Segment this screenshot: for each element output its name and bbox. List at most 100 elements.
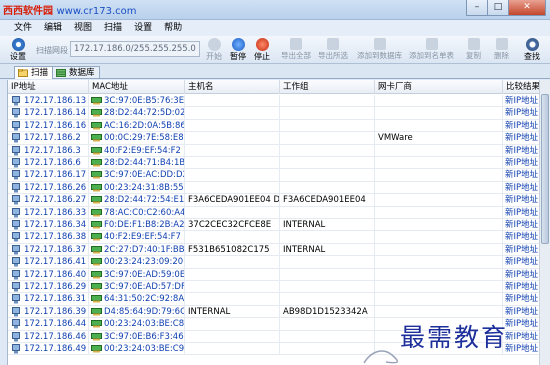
- table-header: IP地址 MAC地址 主机名 工作组 网卡厂商 比较结果: [8, 80, 547, 94]
- cell-ip-text: 172.17.186.2: [24, 133, 81, 144]
- cell-mac-text: 00:23:24:23:09:20: [104, 257, 184, 268]
- cell-ip-text: 172.17.186.14: [24, 108, 87, 119]
- computer-icon: [12, 331, 20, 342]
- add-to-list-button[interactable]: 添加到名单表: [409, 38, 454, 61]
- table-row[interactable]: 172.17.186.37 2C:27:D7:40:1F:BB F531B65108…: [8, 243, 547, 257]
- copy-button[interactable]: 复制: [466, 38, 481, 61]
- network-card-icon: [91, 134, 102, 142]
- cell-ip-text: 172.17.186.37: [24, 244, 87, 255]
- table-row[interactable]: 172.17.186.6 28:D2:44:71:B4:1B 新IP地址: [8, 157, 547, 170]
- cell-mac-text: 40:F2:E9:EF:54:F2: [104, 145, 181, 156]
- cell-hostname: F531B651082C175: [185, 243, 280, 256]
- scan-range-input[interactable]: 172.17.186.0/255.255.255.0: [70, 41, 200, 57]
- table-row[interactable]: 172.17.186.27 28:D2:44:72:54:E1 F3A6CEDA90…: [8, 194, 547, 207]
- menu-settings[interactable]: 设置: [128, 20, 158, 36]
- cell-mac: 3C:97:0E:AD:59:0E: [89, 268, 185, 281]
- cell-workgroup-text: INTERNAL: [283, 220, 326, 230]
- table-row[interactable]: 172.17.186.17 3C:97:0E:AC:DD:D2 新IP地址: [8, 169, 547, 182]
- table-row[interactable]: 172.17.186.14 28:D2:44:72:5D:02 新IP地址: [8, 107, 547, 120]
- cell-workgroup: [280, 107, 375, 120]
- cell-hostname: [185, 318, 280, 331]
- computer-icon: [12, 182, 20, 193]
- cell-workgroup: [280, 256, 375, 269]
- cell-ip: 172.17.186.14: [8, 107, 89, 120]
- col-header-ip[interactable]: IP地址: [8, 80, 89, 94]
- network-card-icon: [91, 345, 102, 353]
- cell-compare-text: 新IP地址: [505, 120, 539, 131]
- add-to-db-button[interactable]: 添加到数据库: [357, 38, 402, 61]
- cell-compare-text: 新IP地址: [505, 344, 539, 354]
- stop-button[interactable]: 停止: [248, 38, 276, 62]
- menu-edit[interactable]: 编辑: [38, 20, 68, 36]
- table-row[interactable]: 172.17.186.29 3C:97:0E:AD:57:DF 新IP地址: [8, 281, 547, 294]
- table-row[interactable]: 172.17.186.40 3C:97:0E:AD:59:0E 新IP地址: [8, 268, 547, 281]
- cell-workgroup: [280, 293, 375, 306]
- cell-vendor: [375, 119, 503, 132]
- network-card-icon: [91, 270, 102, 279]
- menu-file[interactable]: 文件: [8, 20, 38, 36]
- table-row[interactable]: 172.17.186.26 00:23:24:31:8B:55 新IP地址: [8, 181, 547, 195]
- cell-ip: 172.17.186.29: [8, 281, 89, 293]
- cell-ip: 172.17.186.49: [8, 343, 89, 355]
- cell-workgroup: [280, 268, 375, 281]
- table-row[interactable]: 172.17.186.3 40:F2:E9:EF:54:F2 新IP地址: [8, 144, 547, 157]
- table-row[interactable]: 172.17.186.41 00:23:24:23:09:20 新IP地址: [8, 256, 547, 269]
- cell-hostname-text: 37C2CEC32CFCE8E: [188, 220, 272, 230]
- scrollbar-thumb[interactable]: [541, 94, 549, 244]
- table-row[interactable]: 172.17.186.34 F0:DE:F1:B8:2B:A2 37C2CEC32C…: [8, 219, 547, 232]
- table-row[interactable]: 172.17.186.33 78:AC:C0:C2:60:A4 新IP地址: [8, 206, 547, 219]
- computer-icon: [12, 120, 20, 131]
- cell-ip: 172.17.186.37: [8, 243, 89, 256]
- minimize-button[interactable]: –: [466, 0, 488, 16]
- col-header-vendor[interactable]: 网卡厂商: [375, 80, 503, 94]
- cell-compare-text: 新IP地址: [505, 195, 539, 206]
- table-row[interactable]: 172.17.186.13 3C:97:0E:B5:76:3E 新IP地址: [8, 95, 547, 108]
- network-card-icon: [91, 159, 102, 167]
- find-button[interactable]: 查找: [518, 38, 546, 62]
- cell-ip-text: 172.17.186.34: [24, 220, 87, 230]
- cell-mac: 64:31:50:2C:92:8A: [89, 293, 185, 306]
- computer-icon: [12, 108, 20, 118]
- cell-mac-text: 00:23:24:03:BE:C9: [104, 344, 185, 354]
- maximize-button[interactable]: □: [487, 0, 509, 16]
- stop-label: 停止: [254, 52, 270, 61]
- delete-button[interactable]: 删除: [494, 38, 509, 61]
- menu-scan[interactable]: 扫描: [98, 20, 128, 36]
- cell-mac-text: 3C:97:0E:AC:DD:D2: [104, 170, 185, 181]
- toolbar: 设置 扫描网段 172.17.186.0/255.255.255.0 开始 暂停…: [0, 36, 550, 64]
- col-header-workgroup[interactable]: 工作组: [280, 80, 375, 94]
- network-card-icon: [91, 121, 102, 130]
- cell-ip: 172.17.186.33: [8, 206, 89, 219]
- cell-ip-text: 172.17.186.27: [24, 195, 87, 206]
- watermark-swirl-icon: [363, 350, 399, 364]
- menu-view[interactable]: 视图: [68, 20, 98, 36]
- close-button[interactable]: ✕: [508, 0, 546, 16]
- tab-scan[interactable]: 扫描: [14, 66, 54, 79]
- export-all-button[interactable]: 导出全部: [281, 38, 311, 61]
- export-selected-button[interactable]: 导出所选: [318, 38, 348, 61]
- col-header-mac[interactable]: MAC地址: [89, 80, 185, 94]
- table-row[interactable]: 172.17.186.38 40:F2:E9:EF:54:F7 新IP地址: [8, 231, 547, 244]
- cell-hostname-text: INTERNAL: [188, 306, 231, 317]
- cell-ip: 172.17.186.3: [8, 144, 89, 157]
- cell-ip-text: 172.17.186.26: [24, 182, 87, 193]
- cell-vendor: [375, 194, 503, 207]
- table-row[interactable]: 172.17.186.31 64:31:50:2C:92:8A 新IP地址: [8, 293, 547, 306]
- network-card-icon: [91, 208, 102, 217]
- menu-help[interactable]: 帮助: [158, 20, 188, 36]
- cell-mac-text: 3C:97:0E:AD:57:DF: [104, 282, 185, 292]
- table-row[interactable]: 172.17.186.16 AC:16:2D:0A:5B:86 新IP地址: [8, 119, 547, 133]
- col-header-hostname[interactable]: 主机名: [185, 80, 280, 94]
- cell-hostname: [185, 206, 280, 219]
- network-card-icon: [91, 109, 102, 117]
- vertical-scrollbar[interactable]: [539, 80, 550, 365]
- table-row[interactable]: 172.17.186.39 D4:85:64:9D:79:6C INTERNAL AB…: [8, 305, 547, 319]
- copy-icon: [467, 38, 480, 50]
- settings-button[interactable]: 设置: [4, 38, 32, 62]
- cell-compare-text: 新IP地址: [505, 182, 539, 193]
- table-row[interactable]: 172.17.186.2 00:0C:29:7E:58:E8 VMWare 新IP地址: [8, 132, 547, 145]
- network-card-icon: [91, 221, 102, 229]
- cell-ip-text: 172.17.186.41: [24, 257, 87, 268]
- tab-divider: [0, 78, 550, 79]
- computer-icon: [12, 207, 20, 218]
